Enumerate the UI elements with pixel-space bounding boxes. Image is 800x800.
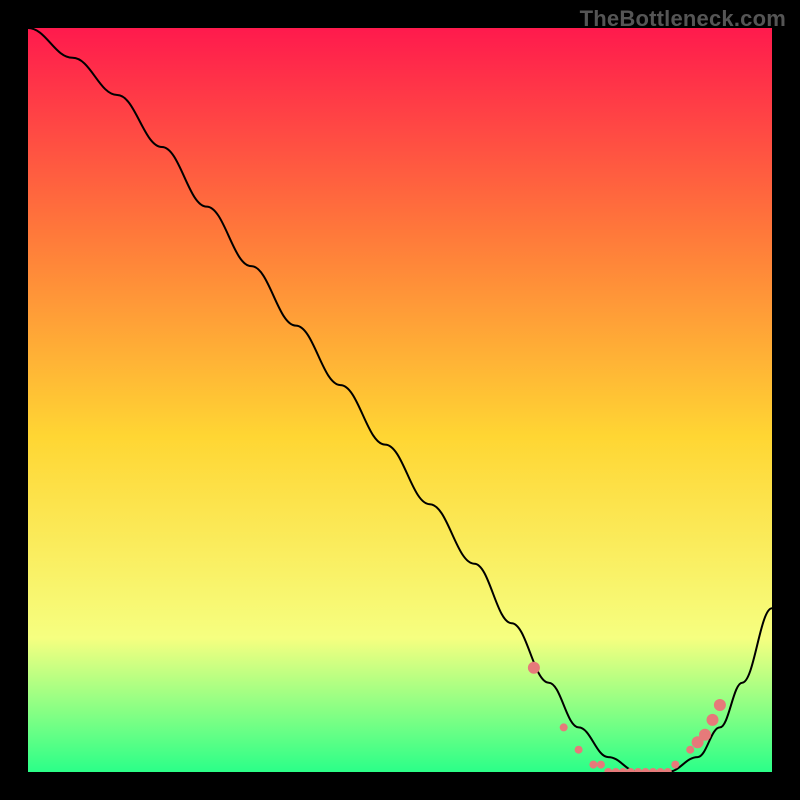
marker-point	[714, 699, 726, 711]
gradient-background	[28, 28, 772, 772]
chart-svg	[28, 28, 772, 772]
marker-point	[528, 662, 540, 674]
marker-point	[597, 761, 605, 769]
marker-point	[699, 729, 711, 741]
marker-point	[589, 761, 597, 769]
marker-point	[686, 746, 694, 754]
marker-point	[560, 723, 568, 731]
marker-point	[707, 714, 719, 726]
plot-area	[28, 28, 772, 772]
watermark-text: TheBottleneck.com	[580, 6, 786, 32]
marker-point	[671, 761, 679, 769]
marker-point	[575, 746, 583, 754]
chart-frame: TheBottleneck.com	[0, 0, 800, 800]
